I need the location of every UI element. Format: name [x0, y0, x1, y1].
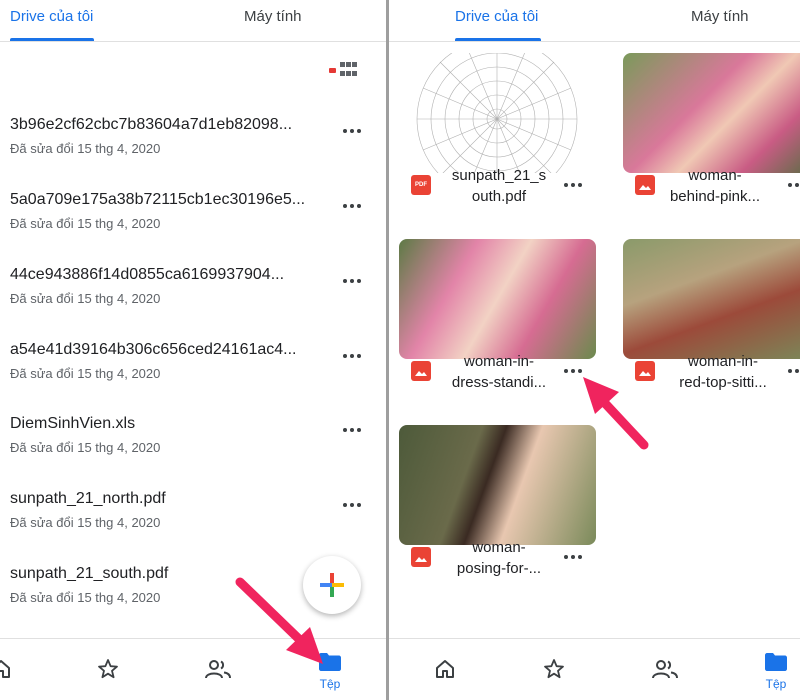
file-modified-date: Đã sửa đổi 15 thg 4, 2020 [10, 366, 161, 381]
file-modified-date: Đã sửa đổi 15 thg 4, 2020 [10, 216, 161, 231]
photo-thumbnail [399, 425, 596, 545]
more-options-icon[interactable] [340, 199, 364, 213]
file-row[interactable]: a54e41d39164b306c656ced24161ac4... Đã sử… [0, 341, 386, 411]
photo-thumbnail [623, 53, 800, 173]
file-name: sunpath_21_south.pdf [10, 565, 169, 582]
file-modified-date: Đã sửa đổi 15 thg 4, 2020 [10, 440, 161, 455]
nav-files[interactable]: Tệp [746, 639, 800, 700]
more-options-icon[interactable] [340, 349, 364, 363]
star-icon [544, 659, 564, 679]
image-file-icon [411, 547, 431, 567]
file-modified-date: Đã sửa đổi 15 thg 4, 2020 [10, 515, 161, 530]
image-file-icon [411, 361, 431, 381]
file-row[interactable]: 3b96e2cf62cbc7b83604a7d1eb82098... Đã sử… [0, 116, 386, 186]
tab-active-indicator [10, 38, 94, 41]
nav-files-label: Tệp [319, 677, 341, 691]
file-row[interactable]: 44ce943886f14d0855ca6169937904... Đã sửa… [0, 266, 386, 336]
image-file-icon [635, 175, 655, 195]
photo-thumbnail [623, 239, 800, 359]
bottom-navigation: Tệp [389, 638, 800, 700]
left-screen: Drive của tôi Máy tính 3b96e2cf62cbc7b83… [0, 0, 386, 700]
more-options-icon[interactable] [561, 550, 585, 564]
nav-home[interactable] [0, 639, 48, 700]
nav-shared[interactable] [635, 639, 695, 700]
people-icon [205, 660, 231, 679]
pdf-thumbnail [399, 53, 596, 173]
sunpath-diagram-image [416, 53, 578, 173]
file-row[interactable]: 5a0a709e175a38b72115cb1ec30196e5... Đã s… [0, 191, 386, 261]
file-name: woman- posing-for-... [456, 539, 542, 577]
file-row[interactable]: DiemSinhVien.xls Đã sửa đổi 15 thg 4, 20… [0, 415, 386, 485]
plus-icon [320, 573, 344, 597]
photo-thumbnail [399, 239, 596, 359]
notification-dot [329, 68, 336, 73]
file-row[interactable]: sunpath_21_north.pdf Đã sửa đổi 15 thg 4… [0, 490, 386, 560]
file-modified-date: Đã sửa đổi 15 thg 4, 2020 [10, 590, 161, 605]
more-options-icon[interactable] [340, 274, 364, 288]
more-options-icon[interactable] [785, 364, 800, 378]
nav-starred[interactable] [524, 639, 584, 700]
file-name: 5a0a709e175a38b72115cb1ec30196e5... [10, 191, 306, 208]
grid-view-icon[interactable] [340, 62, 358, 78]
file-name: sunpath_21_s outh.pdf [451, 167, 547, 205]
new-fab-button[interactable] [303, 556, 361, 614]
file-name: woman- behind-pink... [669, 167, 761, 205]
tab-bar: Drive của tôi Máy tính [0, 0, 386, 42]
nav-files-label: Tệp [765, 677, 787, 691]
nav-files[interactable]: Tệp [300, 639, 360, 700]
tab-active-indicator [455, 38, 541, 41]
nav-starred[interactable] [78, 639, 138, 700]
file-name: woman-in- red-top-sitti... [679, 353, 767, 391]
home-icon [0, 660, 10, 678]
tab-computers[interactable]: Máy tính [244, 8, 302, 25]
file-modified-date: Đã sửa đổi 15 thg 4, 2020 [10, 291, 161, 306]
bottom-navigation: Tệp [0, 638, 386, 700]
more-options-icon[interactable] [340, 124, 364, 138]
nav-shared[interactable] [188, 639, 248, 700]
file-name: sunpath_21_north.pdf [10, 490, 166, 507]
file-name: 3b96e2cf62cbc7b83604a7d1eb82098... [10, 116, 293, 133]
tab-my-drive[interactable]: Drive của tôi [455, 8, 538, 25]
folder-icon [319, 653, 341, 671]
tab-computers[interactable]: Máy tính [691, 8, 749, 25]
more-options-icon[interactable] [340, 498, 364, 512]
more-options-icon[interactable] [340, 423, 364, 437]
more-options-icon[interactable] [561, 178, 585, 192]
more-options-icon[interactable] [785, 178, 800, 192]
pdf-file-icon: PDF [411, 175, 431, 195]
file-name: woman-in- dress-standi... [451, 353, 547, 391]
tab-bar: Drive của tôi Máy tính [389, 0, 800, 42]
home-icon [436, 660, 454, 678]
file-name: 44ce943886f14d0855ca6169937904... [10, 266, 285, 283]
right-screen: Drive của tôi Máy tính PDF sunpath_21_s … [389, 0, 800, 700]
star-icon [98, 659, 118, 679]
file-modified-date: Đã sửa đổi 15 thg 4, 2020 [10, 141, 161, 156]
file-name: DiemSinhVien.xls [10, 415, 136, 432]
tab-my-drive[interactable]: Drive của tôi [10, 8, 93, 25]
file-name: a54e41d39164b306c656ced24161ac4... [10, 341, 297, 358]
nav-home[interactable] [415, 639, 475, 700]
more-options-icon[interactable] [561, 364, 585, 378]
folder-icon [765, 653, 787, 671]
people-icon [652, 660, 678, 679]
image-file-icon [635, 361, 655, 381]
